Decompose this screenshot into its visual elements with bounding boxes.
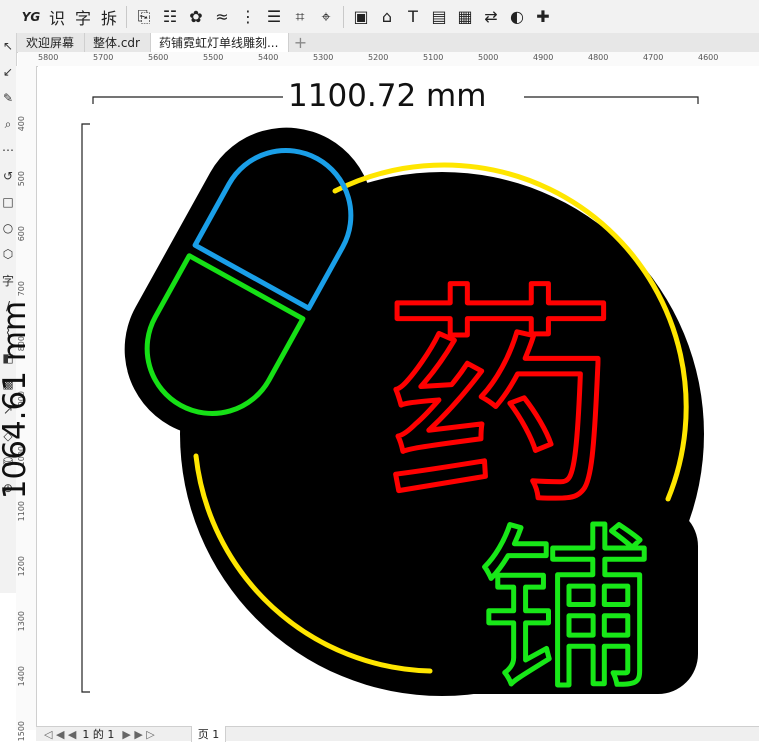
ruler-tick-label: 5800 [38,53,59,62]
ruler-tick-label: 1100 [17,501,26,522]
clipboard-icon[interactable]: ⎘ [133,5,155,29]
ruler-tick-label: 500 [17,171,26,187]
page-nav-next[interactable]: ▶ ▶ ▷ [122,728,154,741]
text-format-icon[interactable]: T [402,5,424,29]
ruler-tick-label: 1300 [17,611,26,632]
ruler-tick-label: 4900 [533,53,554,62]
ruler-tick-label: 5600 [148,53,169,62]
tab-label: 整体.cdr [93,36,140,50]
list-icon[interactable]: ▤ [428,5,450,29]
ruler-tick-label: 4600 [698,53,719,62]
layers-icon[interactable]: ▣ [350,5,372,29]
neon-character-yao: 药 [383,264,618,537]
grid-icon[interactable]: ☷ [159,5,181,29]
tab-label: 欢迎屏幕 [26,36,75,50]
swap-icon[interactable]: ⇄ [480,5,502,29]
drawing-canvas[interactable]: 药 铺 1100.72 mm 1064.61 mm [0,66,759,726]
ruler-tick-label: 5300 [313,53,334,62]
yg-logo-icon[interactable]: YG [20,5,42,29]
page-navigator: ◁ ◀ ◀ 1 的 1 ▶ ▶ ▷ 页 1 [36,726,759,742]
toolbox-tool-icon[interactable]: □ [0,189,16,215]
toolbox-tool-icon[interactable]: ✎ [0,85,16,111]
ruler-tick-label: 5500 [203,53,224,62]
ruler-tick-label: 5400 [258,53,279,62]
hash-icon[interactable]: ⌗ [289,5,311,29]
ruler-tick-label: 600 [17,226,26,242]
toolbox-tool-icon[interactable]: ⬡ [0,241,16,267]
tab-zhengti[interactable]: 整体.cdr [85,33,151,52]
split-icon[interactable]: 拆 [98,5,120,29]
color-icon[interactable]: ◐ [506,5,528,29]
tab-label: 药铺霓虹灯单线雕刻... [158,36,279,50]
ruler-tick-label: 5700 [93,53,114,62]
ruler-tick-label: 1500 [17,721,26,742]
ruler-tick-label: 5200 [368,53,389,62]
toolbox-tool-icon[interactable]: ⌕ [0,111,16,137]
ruler-tick-label: 4800 [588,53,609,62]
ruler-tick-label: 400 [17,116,26,132]
toolbox-tool-icon[interactable]: ↖ [0,33,16,59]
toolbar-separator [126,5,127,28]
wave-icon[interactable]: ≈ [211,5,233,29]
ruler-tick-label: 4700 [643,53,664,62]
toolbox-tool-icon[interactable]: ⋯ [0,137,16,163]
toolbox-tool-icon[interactable]: ↙ [0,59,16,85]
neon-character-pu: 铺 [479,510,654,713]
ruler-tick-label: 1400 [17,666,26,687]
ruler-tick-label: 1200 [17,556,26,577]
matrix-icon[interactable]: ▦ [454,5,476,29]
add-tab-button[interactable]: + [289,33,311,52]
toolbox-tool-icon[interactable]: 字 [0,267,16,293]
recognize-icon[interactable]: 识 [46,5,68,29]
target-icon[interactable]: ⌖ [315,5,337,29]
ruler-top[interactable]: 5800 5700 5600 5500 5400 5300 5200 5100 5000 4900… [18,52,759,67]
tab-neon-sign[interactable]: 药铺霓虹灯单线雕刻... [150,33,290,52]
image-icon[interactable]: ⌂ [376,5,398,29]
ruler-tick-label: 5100 [423,53,444,62]
ruler-tick-label: 5000 [478,53,499,62]
document-tabs: 欢迎屏幕 整体.cdr 药铺霓虹灯单线雕刻... + [0,33,759,53]
flower-icon[interactable]: ✿ [185,5,207,29]
nodes-icon[interactable]: ⋮ [237,5,259,29]
neon-sign-artwork: 药 铺 [81,96,704,716]
lines-icon[interactable]: ☰ [263,5,285,29]
main-toolbar: YG 识字拆 ⎘ ☷ ✿ ≈ ⋮ ☰ ⌗ ⌖ ▣ ⌂ T ▤ ▦ ⇄ ◐ ✚ [0,0,759,34]
height-dimension-label: 1064.61 mm [0,300,34,500]
text-icon[interactable]: 字 [72,5,94,29]
toolbox-tool-icon[interactable]: ○ [0,215,16,241]
width-dimension-label: 1100.72 mm [288,78,487,114]
toolbox-tool-icon[interactable]: ↺ [0,163,16,189]
tab-welcome[interactable]: 欢迎屏幕 [18,33,86,52]
puzzle-icon[interactable]: ✚ [532,5,554,29]
page-nav-prev[interactable]: ◁ ◀ ◀ [44,728,76,741]
toolbar-separator [343,5,344,28]
ruler-tick-label: 700 [17,281,26,297]
